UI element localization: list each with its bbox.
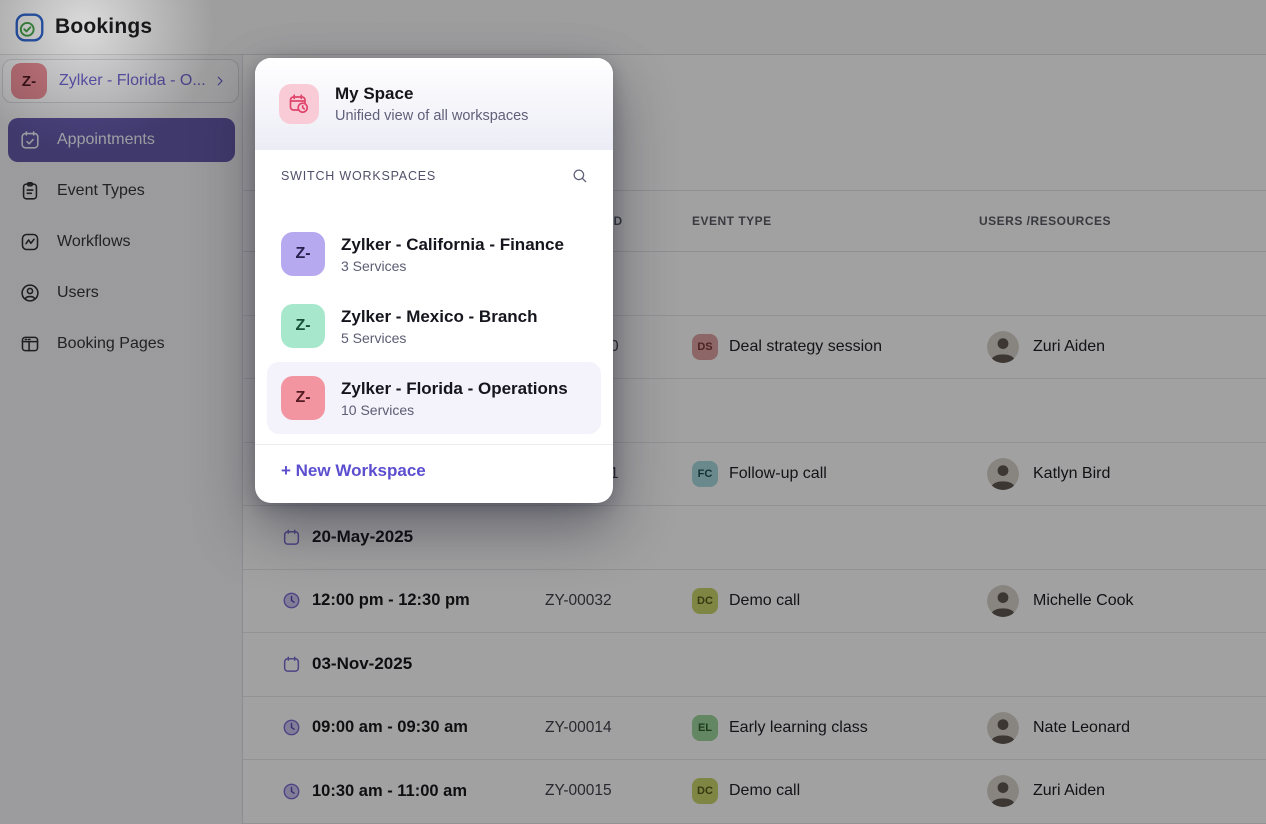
workspace-avatar: Z-	[281, 304, 325, 348]
workspace-name: Zylker - Florida - Operations	[341, 379, 568, 399]
workspace-list: Z- Zylker - California - Finance 3 Servi…	[255, 218, 613, 434]
workspace-avatar: Z-	[281, 376, 325, 420]
modal-backdrop[interactable]	[0, 0, 1266, 824]
my-space-subtitle: Unified view of all workspaces	[335, 108, 528, 124]
workspace-services-count: 3 Services	[341, 258, 564, 274]
my-space-calendar-clock-icon	[279, 84, 319, 124]
switch-workspaces-row: SWITCH WORKSPACES	[255, 164, 613, 188]
my-space-item[interactable]: My Space Unified view of all workspaces	[255, 58, 613, 150]
workspace-services-count: 5 Services	[341, 330, 538, 346]
workspace-switcher-popup: My Space Unified view of all workspaces …	[255, 58, 613, 503]
search-icon[interactable]	[571, 167, 589, 185]
popup-footer: + New Workspace	[255, 444, 613, 503]
workspace-services-count: 10 Services	[341, 402, 568, 418]
workspace-name: Zylker - Mexico - Branch	[341, 307, 538, 327]
my-space-title: My Space	[335, 84, 528, 104]
workspace-name: Zylker - California - Finance	[341, 235, 564, 255]
workspace-item-mexico[interactable]: Z- Zylker - Mexico - Branch 5 Services	[267, 290, 601, 362]
switch-workspaces-label: SWITCH WORKSPACES	[281, 169, 436, 183]
workspace-item-florida[interactable]: Z- Zylker - Florida - Operations 10 Serv…	[267, 362, 601, 434]
workspace-avatar: Z-	[281, 232, 325, 276]
workspace-item-california[interactable]: Z- Zylker - California - Finance 3 Servi…	[267, 218, 601, 290]
new-workspace-button[interactable]: + New Workspace	[281, 461, 426, 481]
